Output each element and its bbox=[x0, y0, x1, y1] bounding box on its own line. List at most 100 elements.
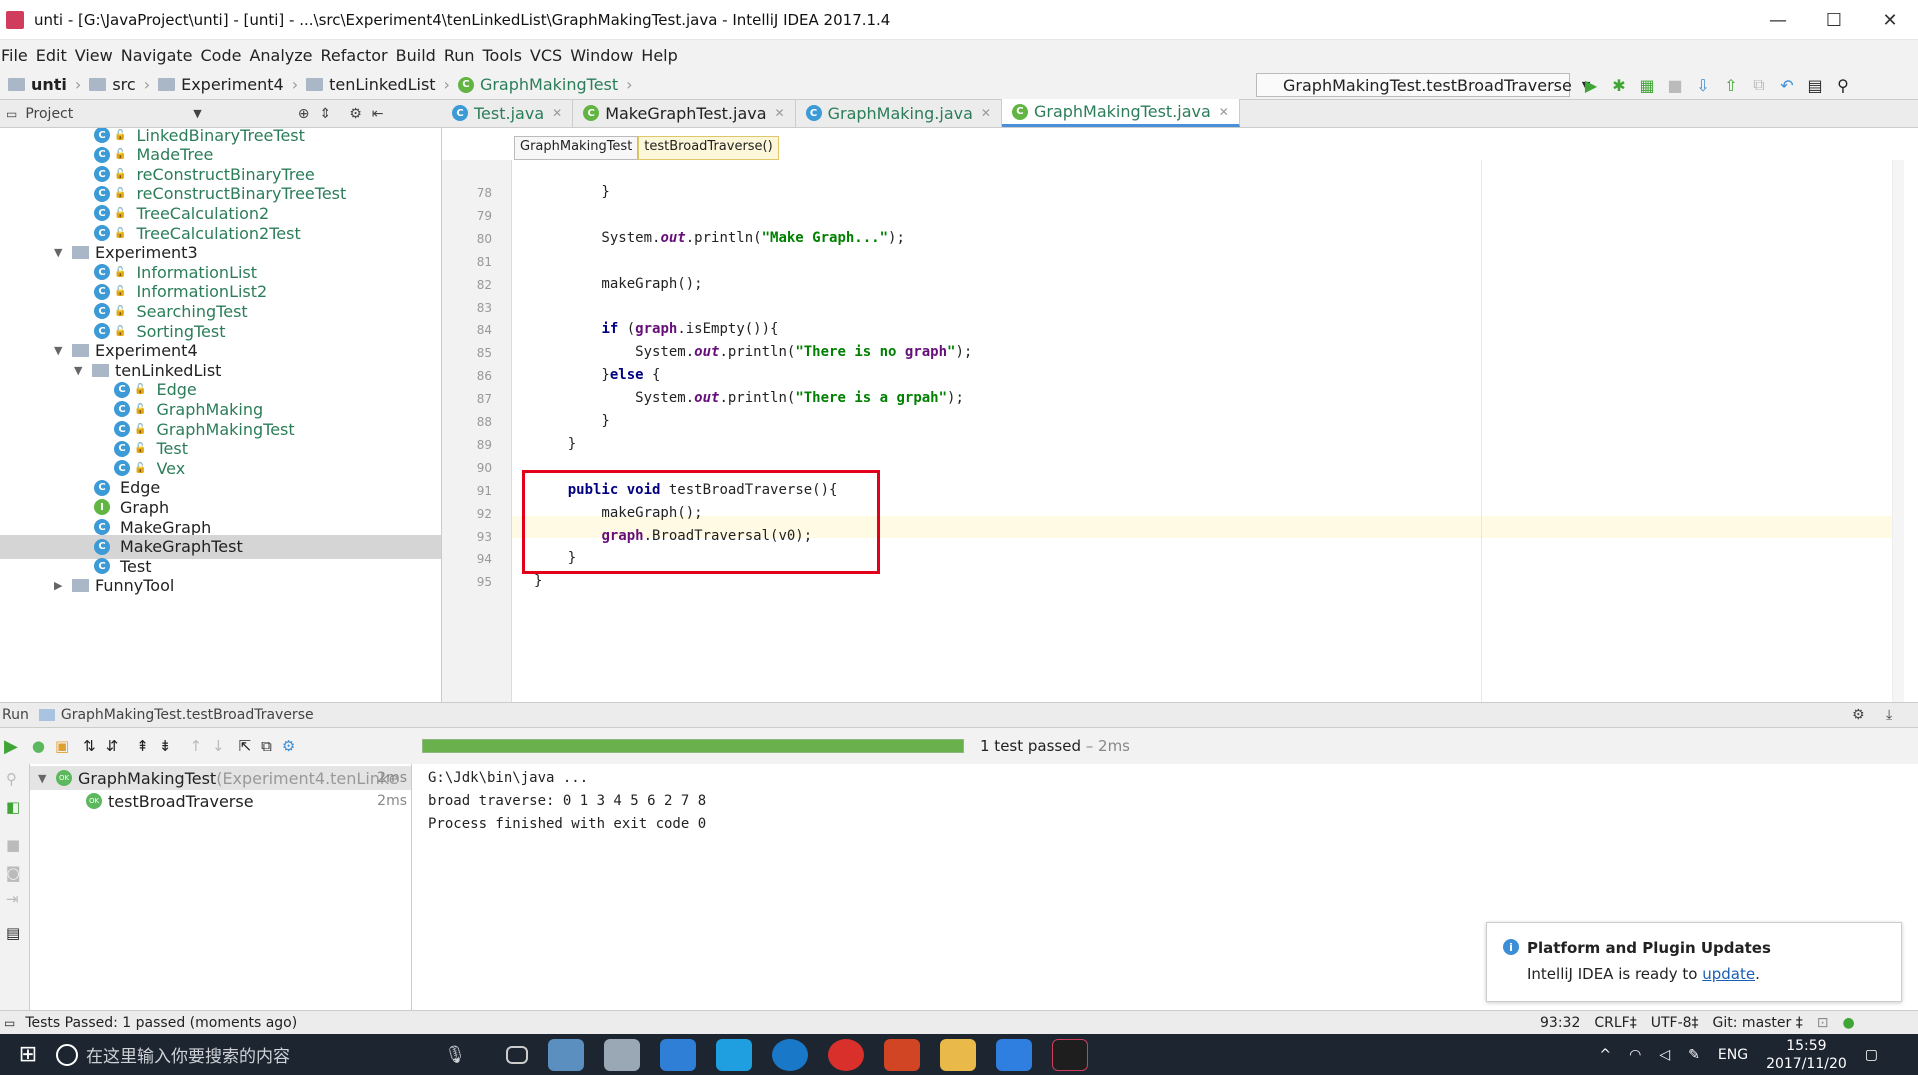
gear-icon[interactable]: ⚙ bbox=[1852, 707, 1865, 723]
gear-icon[interactable]: ⚙ bbox=[349, 106, 362, 122]
console-line[interactable]: G:\Jdk\bin\java ... bbox=[428, 770, 588, 786]
status-message[interactable]: Tests Passed: 1 passed (moments ago) bbox=[25, 1015, 297, 1031]
app-icon-3[interactable] bbox=[660, 1038, 696, 1071]
maximize-button[interactable]: ☐ bbox=[1806, 0, 1862, 40]
gear-icon[interactable]: ⚙ bbox=[282, 737, 295, 755]
breadcrumb-class[interactable]: C GraphMakingTest › bbox=[457, 75, 633, 94]
hide-icon[interactable]: ⇤ bbox=[372, 106, 384, 122]
breadcrumb-src[interactable]: src › bbox=[89, 75, 150, 94]
windows-start-icon[interactable]: ⊞ bbox=[0, 1034, 56, 1075]
sort-alpha-icon[interactable]: ⇅ bbox=[83, 737, 96, 755]
pen-icon[interactable]: ✎ bbox=[1688, 1047, 1700, 1063]
app-icon-5[interactable] bbox=[772, 1038, 808, 1071]
editor-crumb-class[interactable]: GraphMakingTest bbox=[514, 136, 639, 160]
menu-edit[interactable]: Edit bbox=[36, 46, 67, 65]
close-icon[interactable]: ✕ bbox=[552, 106, 562, 120]
menu-code[interactable]: Code bbox=[201, 46, 242, 65]
chevron-down-icon[interactable]: ▼ bbox=[54, 246, 66, 259]
event-log-icon[interactable]: ● bbox=[1842, 1015, 1854, 1031]
exit-icon[interactable]: ⇥ bbox=[6, 890, 19, 908]
menu-vcs[interactable]: VCS bbox=[530, 46, 562, 65]
vcs-compare-icon[interactable]: ⧉ bbox=[1750, 75, 1768, 94]
update-notification[interactable]: i Platform and Plugin Updates IntelliJ I… bbox=[1486, 922, 1902, 1002]
code-line[interactable]: makeGraph(); bbox=[534, 276, 702, 292]
chevron-down-icon[interactable]: ▼ bbox=[74, 364, 86, 377]
wifi-icon[interactable]: ◠ bbox=[1629, 1047, 1641, 1063]
menu-refactor[interactable]: Refactor bbox=[321, 46, 388, 65]
file-explorer-icon[interactable] bbox=[940, 1038, 976, 1071]
app-icon-7[interactable] bbox=[996, 1038, 1032, 1071]
code-line[interactable]: System.out.println("There is no graph"); bbox=[534, 344, 972, 360]
vcs-branch[interactable]: Git: master ‡ bbox=[1713, 1015, 1803, 1031]
code-editor[interactable]: } System.out.println("Make Graph..."); m… bbox=[512, 160, 1892, 702]
editor-crumb-method[interactable]: testBroadTraverse() bbox=[638, 136, 779, 160]
code-line[interactable]: } bbox=[534, 436, 576, 452]
menu-tools[interactable]: Tools bbox=[483, 46, 522, 65]
menu-navigate[interactable]: Navigate bbox=[121, 46, 193, 65]
tab-graphmaking-java[interactable]: C GraphMaking.java ✕ bbox=[796, 99, 1002, 127]
breadcrumb-experiment4[interactable]: Experiment4 › bbox=[158, 75, 298, 94]
close-button[interactable]: ✕ bbox=[1862, 0, 1918, 40]
notification-center-icon[interactable]: ▢ bbox=[1865, 1047, 1878, 1063]
import-icon[interactable]: ⧉ bbox=[261, 737, 272, 755]
chevron-up-icon[interactable]: ^ bbox=[1599, 1047, 1611, 1063]
camera-icon[interactable]: ◙ bbox=[6, 864, 21, 882]
vcs-update-icon[interactable]: ⇩ bbox=[1694, 76, 1712, 95]
menu-run[interactable]: Run bbox=[444, 46, 475, 65]
collapse-all-icon[interactable]: ⇟ bbox=[159, 737, 172, 755]
taskbar-clock[interactable]: 15:59 2017/11/20 bbox=[1766, 1037, 1847, 1073]
locate-icon[interactable]: ⊕ bbox=[298, 106, 310, 122]
close-icon[interactable]: ✕ bbox=[981, 106, 991, 120]
project-panel-title[interactable]: Project bbox=[25, 106, 73, 122]
breadcrumb-project[interactable]: unti › bbox=[8, 75, 81, 94]
search-icon[interactable]: ⚲ bbox=[1834, 76, 1852, 95]
menu-file[interactable]: File bbox=[1, 46, 28, 65]
tab-graphmakingtest-java[interactable]: C GraphMakingTest.java ✕ bbox=[1001, 99, 1240, 127]
close-icon[interactable]: ✕ bbox=[775, 106, 785, 120]
test-tree-item[interactable]: OK testBroadTraverse 2ms bbox=[30, 789, 411, 813]
run-configuration-select[interactable]: GraphMakingTest.testBroadTraverse ▼ bbox=[1256, 73, 1590, 97]
pin-icon[interactable]: ⚲ bbox=[6, 770, 17, 788]
coverage-icon[interactable]: ▦ bbox=[1638, 76, 1656, 95]
sort-duration-icon[interactable]: ⇵ bbox=[106, 737, 119, 755]
line-separator[interactable]: CRLF‡ bbox=[1594, 1015, 1636, 1031]
run-icon[interactable]: ▶ bbox=[1582, 76, 1600, 95]
tab-makegraphtest-java[interactable]: C MakeGraphTest.java ✕ bbox=[573, 99, 796, 127]
taskbar-search[interactable]: 在这里输入你要搜索的内容 🎙 bbox=[56, 1034, 476, 1075]
project-structure-icon[interactable]: ▤ bbox=[1806, 76, 1824, 95]
console-line[interactable]: Process finished with exit code 0 bbox=[428, 816, 706, 832]
code-line[interactable]: } bbox=[534, 413, 609, 429]
editor-scrollbar[interactable] bbox=[1892, 160, 1904, 702]
debug-icon[interactable]: ✱ bbox=[1610, 76, 1628, 95]
app-icon-2[interactable] bbox=[604, 1038, 640, 1071]
app-icon-6[interactable] bbox=[828, 1038, 864, 1071]
tab-test-java[interactable]: C Test.java ✕ bbox=[442, 99, 574, 127]
show-ignored-icon[interactable]: ▣ bbox=[55, 737, 69, 755]
app-icon-1[interactable] bbox=[548, 1038, 584, 1071]
menu-build[interactable]: Build bbox=[396, 46, 436, 65]
powerpoint-icon[interactable] bbox=[884, 1038, 920, 1071]
menu-help[interactable]: Help bbox=[641, 46, 677, 65]
stop-icon[interactable]: ■ bbox=[6, 836, 20, 854]
code-line[interactable]: } bbox=[534, 184, 609, 200]
lock-icon[interactable]: ⊡ bbox=[1817, 1015, 1829, 1031]
previous-icon[interactable]: ↑ bbox=[189, 737, 202, 755]
chevron-down-icon[interactable]: ▼ bbox=[54, 344, 66, 357]
run-panel-config[interactable]: GraphMakingTest.testBroadTraverse bbox=[61, 707, 314, 723]
chevron-right-icon[interactable]: ▶ bbox=[54, 579, 66, 592]
export-icon[interactable]: ⇱ bbox=[239, 737, 252, 755]
chevron-down-icon[interactable]: ▼ bbox=[38, 772, 50, 785]
microphone-icon[interactable]: 🎙 bbox=[444, 1045, 466, 1065]
show-passed-icon[interactable]: ● bbox=[32, 737, 45, 755]
chevron-down-icon[interactable]: ▼ bbox=[193, 107, 201, 120]
hide-icon[interactable]: ⤓ bbox=[1886, 707, 1892, 723]
stop-icon[interactable]: ■ bbox=[1666, 76, 1684, 95]
file-encoding[interactable]: UTF-8‡ bbox=[1651, 1015, 1699, 1031]
test-tree-item[interactable]: ▼ OK GraphMakingTest (Experiment4.tenLinke… bbox=[30, 766, 411, 790]
rerun-icon[interactable]: ▶ bbox=[4, 736, 18, 757]
task-view-icon[interactable] bbox=[506, 1045, 528, 1064]
console-line[interactable]: broad traverse: 0 1 3 4 5 6 2 7 8 bbox=[428, 793, 706, 809]
expand-all-icon[interactable]: ⇞ bbox=[136, 737, 149, 755]
volume-icon[interactable]: ◁ bbox=[1659, 1047, 1670, 1063]
code-line[interactable]: }else { bbox=[534, 367, 660, 383]
